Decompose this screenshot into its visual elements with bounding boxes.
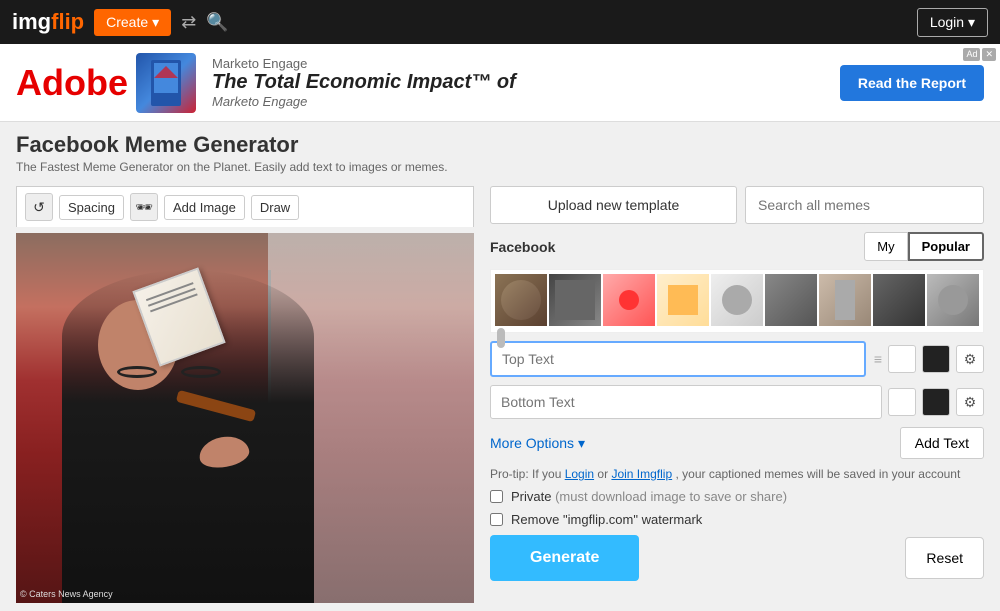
thumbnail-6[interactable] [765, 274, 817, 326]
navbar-left: imgflip Create ▾ ⇄ 🔍 [12, 9, 229, 36]
bottom-text-settings[interactable]: ⚙ [956, 388, 984, 416]
page-title: Facebook Meme Generator [16, 132, 984, 158]
private-sub-text: (must download image to save or share) [555, 489, 787, 504]
tab-popular[interactable]: Popular [908, 232, 984, 261]
thumbnail-7[interactable] [819, 274, 871, 326]
add-image-button[interactable]: Add Image [164, 195, 245, 220]
sunglasses-icon: 🕶 [135, 199, 153, 216]
page-title-area: Facebook Meme Generator The Fastest Meme… [0, 122, 1000, 178]
tab-group: My Popular [864, 232, 984, 261]
options-row: More Options ▾ Add Text [490, 427, 984, 459]
spacing-button[interactable]: Spacing [59, 195, 124, 220]
read-report-button[interactable]: Read the Report [840, 65, 984, 101]
more-options-button[interactable]: More Options ▾ [490, 435, 585, 452]
create-chevron-icon: ▾ [152, 14, 159, 31]
thumbnail-2[interactable] [549, 274, 601, 326]
protip: Pro-tip: If you Login or Join Imgflip , … [490, 467, 984, 481]
search-memes-input[interactable] [745, 186, 984, 224]
thumbnail-9[interactable] [927, 274, 979, 326]
refresh-icon-btn[interactable]: ↺ [25, 193, 53, 221]
sunglasses-icon-btn[interactable]: 🕶 [130, 193, 158, 221]
bottom-text-color-black[interactable] [922, 388, 950, 416]
adobe-logo: Adobe [16, 62, 128, 104]
ad-headline2: Marketo Engage [212, 94, 824, 109]
upload-template-button[interactable]: Upload new template [490, 186, 737, 224]
add-text-button[interactable]: Add Text [900, 427, 984, 459]
page-subtitle: The Fastest Meme Generator on the Planet… [16, 160, 984, 174]
reset-button[interactable]: Reset [905, 537, 984, 579]
protip-middle: or [597, 467, 611, 481]
refresh-icon: ↺ [33, 199, 45, 216]
meme-image: © Caters News Agency [16, 233, 474, 603]
login-link[interactable]: Login [565, 467, 594, 481]
ad-brand: Marketo Engage [212, 56, 824, 71]
ad-headline: The Total Economic Impact™ of [212, 71, 824, 94]
left-panel: ↺ Spacing 🕶 Add Image Draw [16, 186, 474, 603]
top-text-color-white[interactable] [888, 345, 916, 373]
protip-after: , your captioned memes will be saved in … [675, 467, 960, 481]
ad-book-image [136, 53, 196, 113]
login-button[interactable]: Login ▾ [917, 8, 988, 37]
join-link[interactable]: Join Imgflip [611, 467, 672, 481]
ad-close-area: Ad ✕ [963, 48, 996, 61]
bottom-buttons: Generate Reset [490, 535, 984, 581]
ad-banner: Ad ✕ Adobe Marketo Engage The Total Econ… [0, 44, 1000, 122]
facebook-header: Facebook My Popular [490, 232, 984, 261]
ad-left: Adobe [16, 53, 196, 113]
logo-flip: flip [51, 9, 84, 34]
drag-handle-top[interactable]: ≡ [874, 351, 882, 367]
private-checkbox[interactable] [490, 490, 503, 503]
thumbnail-3[interactable] [603, 274, 655, 326]
watermark-label-text: Remove "imgflip.com" watermark [511, 512, 702, 527]
more-options-chevron-icon: ▾ [578, 435, 585, 452]
thumbnail-1[interactable] [495, 274, 547, 326]
logo[interactable]: imgflip [12, 9, 84, 35]
generate-button[interactable]: Generate [490, 535, 639, 581]
watermark-checkbox-row: Remove "imgflip.com" watermark [490, 512, 984, 527]
top-text-input[interactable] [490, 341, 866, 377]
draw-button[interactable]: Draw [251, 195, 299, 220]
template-thumbnails [490, 269, 984, 333]
private-checkbox-row: Private (must download image to save or … [490, 489, 984, 504]
watermark-label[interactable]: Remove "imgflip.com" watermark [511, 512, 702, 527]
search-icon[interactable]: 🔍 [206, 12, 228, 33]
toolbar: ↺ Spacing 🕶 Add Image Draw [16, 186, 474, 227]
facebook-label: Facebook [490, 239, 555, 255]
ad-close-button[interactable]: ✕ [982, 48, 996, 61]
create-button[interactable]: Create ▾ [94, 9, 171, 36]
top-text-settings[interactable]: ⚙ [956, 345, 984, 373]
bottom-text-input[interactable] [490, 385, 882, 419]
ad-text: Marketo Engage The Total Economic Impact… [212, 56, 824, 109]
private-label[interactable]: Private (must download image to save or … [511, 489, 787, 504]
thumbnail-4[interactable] [657, 274, 709, 326]
right-top-row: Upload new template [490, 186, 984, 224]
ad-badge: Ad [963, 48, 980, 61]
top-text-color-black[interactable] [922, 345, 950, 373]
navbar: imgflip Create ▾ ⇄ 🔍 Login ▾ [0, 0, 1000, 44]
bottom-text-color-white[interactable] [888, 388, 916, 416]
tab-my[interactable]: My [864, 232, 907, 261]
top-text-row: ≡ ⚙ [490, 341, 984, 377]
private-label-text: Private [511, 489, 551, 504]
create-label: Create [106, 14, 148, 30]
bottom-text-row: ⚙ [490, 385, 984, 419]
more-options-label: More Options [490, 435, 574, 451]
main-content: ↺ Spacing 🕶 Add Image Draw [0, 178, 1000, 611]
right-panel: Upload new template Facebook My Popular [490, 186, 984, 603]
login-label: Login [930, 14, 964, 30]
thumbnail-5[interactable] [711, 274, 763, 326]
login-chevron-icon: ▾ [968, 14, 975, 30]
watermark-checkbox[interactable] [490, 513, 503, 526]
photo-caption: © Caters News Agency [20, 589, 113, 599]
protip-before: Pro-tip: If you [490, 467, 565, 481]
thumbnail-8[interactable] [873, 274, 925, 326]
shuffle-icon[interactable]: ⇄ [181, 12, 196, 33]
